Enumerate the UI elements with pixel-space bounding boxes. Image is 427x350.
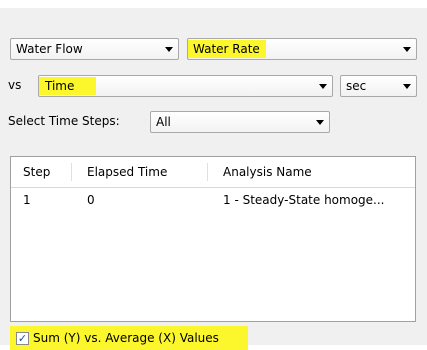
- x-unit-dropdown[interactable]: sec: [340, 75, 417, 97]
- column-divider: [207, 163, 208, 181]
- cell-elapsed-time: 0: [87, 193, 95, 207]
- y-category-value: Water Flow: [16, 42, 83, 56]
- chevron-down-icon: [398, 83, 416, 89]
- y-quantity-value: Water Rate: [188, 40, 266, 58]
- column-divider: [71, 163, 72, 181]
- time-steps-table[interactable]: Step Elapsed Time Analysis Name 1 0 1 - …: [10, 156, 416, 322]
- vs-label: vs: [8, 78, 22, 92]
- column-header-elapsed-time[interactable]: Elapsed Time: [87, 165, 167, 179]
- sum-average-option[interactable]: ✓ Sum (Y) vs. Average (X) Values: [10, 326, 248, 350]
- sum-average-label: Sum (Y) vs. Average (X) Values: [33, 331, 219, 345]
- x-quantity-dropdown[interactable]: Time: [38, 75, 333, 97]
- table-row[interactable]: 1 0 1 - Steady-State homoge...: [11, 188, 415, 212]
- y-category-dropdown[interactable]: Water Flow: [10, 38, 179, 60]
- x-quantity-text-wrap: Time: [39, 77, 314, 95]
- time-steps-label: Select Time Steps:: [8, 114, 120, 128]
- sum-average-checkbox[interactable]: ✓: [16, 331, 29, 345]
- column-header-step[interactable]: Step: [23, 165, 50, 179]
- cell-analysis-name: 1 - Steady-State homoge...: [223, 193, 385, 207]
- chevron-down-icon: [398, 46, 416, 52]
- checkmark-icon: ✓: [17, 331, 28, 345]
- y-quantity-dropdown[interactable]: Water Rate: [187, 38, 417, 60]
- x-quantity-value: Time: [39, 77, 97, 95]
- time-steps-value: All: [156, 115, 171, 129]
- column-header-analysis-name[interactable]: Analysis Name: [223, 165, 312, 179]
- table-header: Step Elapsed Time Analysis Name: [11, 157, 415, 188]
- chevron-down-icon: [311, 119, 329, 125]
- chevron-down-icon: [160, 46, 178, 52]
- chevron-down-icon: [314, 83, 332, 89]
- time-steps-dropdown[interactable]: All: [150, 111, 330, 133]
- y-quantity-text-wrap: Water Rate: [188, 40, 398, 58]
- x-unit-value: sec: [346, 79, 367, 93]
- cell-step: 1: [23, 193, 31, 207]
- chart-settings-panel: Water Flow Water Rate vs Time sec Select…: [0, 8, 427, 350]
